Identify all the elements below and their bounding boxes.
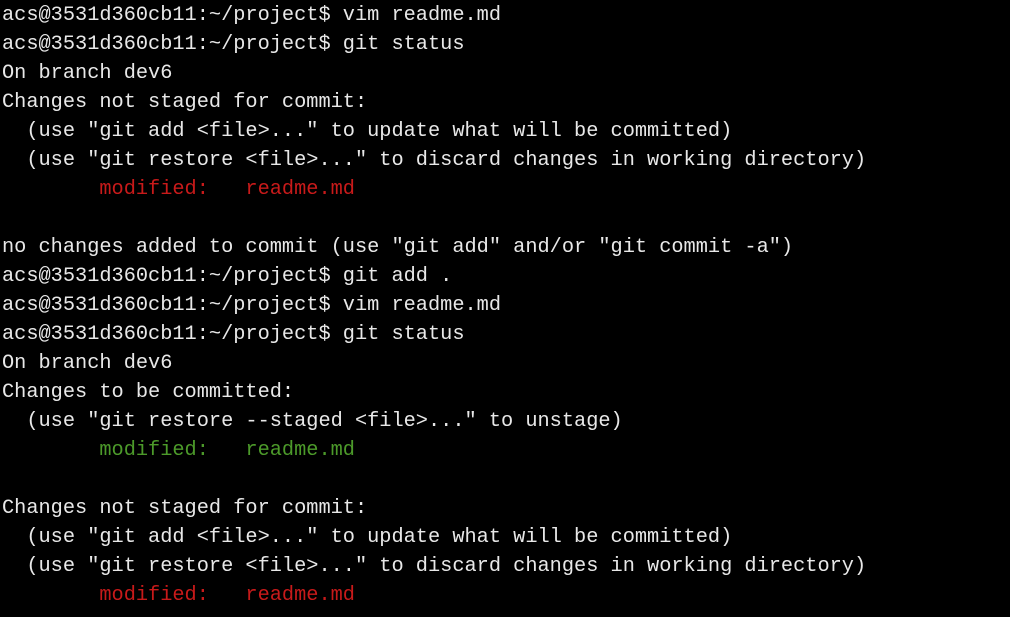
prompt-line: acs@3531d360cb11:~/project$ git status (2, 33, 465, 56)
prompt-line: acs@3531d360cb11:~/project$ git add . (2, 265, 453, 288)
prompt-line: acs@3531d360cb11:~/project$ vim readme.m… (2, 4, 501, 27)
unstaged-modified-file-line: modified: readme.md (2, 178, 355, 201)
prompt-line: acs@3531d360cb11:~/project$ vim readme.m… (2, 294, 501, 317)
output-line: (use "git restore --staged <file>..." to… (2, 410, 623, 433)
terminal-window[interactable]: acs@3531d360cb11:~/project$ vim readme.m… (0, 0, 1010, 617)
output-line: (use "git add <file>..." to update what … (2, 120, 733, 143)
output-line: no changes added to commit (use "git add… (2, 236, 794, 259)
output-line: On branch dev6 (2, 62, 173, 85)
output-line: Changes not staged for commit: (2, 497, 368, 520)
output-line: (use "git restore <file>..." to discard … (2, 149, 867, 172)
output-line: On branch dev6 (2, 352, 173, 375)
prompt-line: acs@3531d360cb11:~/project$ git status (2, 323, 465, 346)
output-line: (use "git restore <file>..." to discard … (2, 555, 867, 578)
staged-modified-file-line: modified: readme.md (2, 439, 355, 462)
output-line: Changes to be committed: (2, 381, 295, 404)
output-line: (use "git add <file>..." to update what … (2, 526, 733, 549)
unstaged-modified-file-line: modified: readme.md (2, 584, 355, 607)
output-line: Changes not staged for commit: (2, 91, 368, 114)
